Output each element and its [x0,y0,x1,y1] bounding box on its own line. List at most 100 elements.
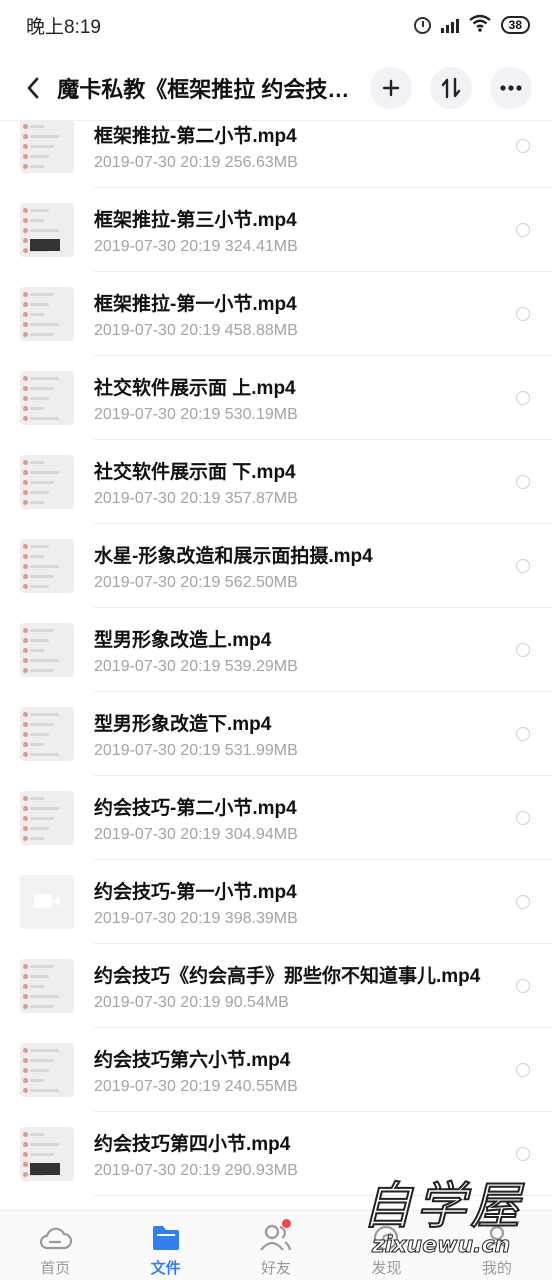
file-date: 2019-07-30 [94,993,176,1011]
file-time: 20:19 [180,153,221,171]
thumb-chat-line [30,377,59,380]
nav-home[interactable]: 首页 [0,1211,110,1280]
thumb-chat-line [30,1089,59,1092]
thumb-chat-line [30,649,44,652]
select-radio[interactable] [516,307,530,321]
thumb-avatar-dot [23,406,28,411]
nav-files[interactable]: 文件 [110,1211,220,1280]
add-button[interactable] [370,67,412,109]
thumb-avatar-dot [23,490,28,495]
thumb-chat-line [30,713,59,716]
file-row[interactable]: 约会技巧-第二小节.mp4 2019-07-30 20:19 304.94MB [0,776,552,860]
file-row[interactable]: 约会技巧-第一小节.mp4 2019-07-30 20:19 398.39MB [0,860,552,944]
thumb-chat-line [30,743,44,746]
file-row[interactable]: 框架推拉-第一小节.mp4 2019-07-30 20:19 458.88MB [0,272,552,356]
select-radio[interactable] [516,139,530,153]
thumb-chat-line [30,1005,54,1008]
thumb-avatar-dot [23,480,28,485]
select-radio[interactable] [516,643,530,657]
select-radio[interactable] [516,391,530,405]
file-row[interactable]: 型男形象改造上.mp4 2019-07-30 20:19 539.29MB [0,608,552,692]
cloud-icon [38,1221,73,1255]
battery-icon: 38 [500,16,530,34]
thumb-chat-line [30,303,49,306]
video-thumbnail [20,1043,74,1097]
select-radio[interactable] [516,811,530,825]
select-radio[interactable] [516,979,530,993]
file-row[interactable]: 约会技巧《约会高手》那些你不知道事儿.mp4 2019-07-30 20:19 … [0,944,552,1028]
thumb-chat-line [30,659,59,662]
file-size: 357.87MB [224,489,298,507]
file-time: 20:19 [180,657,221,675]
select-radio[interactable] [516,559,530,573]
file-time: 20:19 [180,825,221,843]
sort-icon [441,77,461,99]
thumb-avatar-dot [23,292,28,297]
nav-label: 文件 [150,1260,181,1277]
thumb-avatar-dot [23,668,28,673]
select-radio[interactable] [516,895,530,909]
file-info: 框架推拉-第一小节.mp4 2019-07-30 20:19 458.88MB [94,289,516,340]
file-info: 约会技巧《约会高手》那些你不知道事儿.mp4 2019-07-30 20:19 … [94,961,516,1012]
file-meta: 2019-07-30 20:19 357.87MB [94,490,516,508]
file-meta: 2019-07-30 20:19 458.88MB [94,322,516,340]
file-info: 框架推拉-第三小节.mp4 2019-07-30 20:19 324.41MB [94,205,516,256]
thumb-chat-line [30,733,49,736]
signal-icon [440,17,459,33]
select-radio[interactable] [516,1147,530,1161]
thumb-chat-line [30,639,49,642]
thumb-avatar-dot [23,648,28,653]
thumb-chat-line [30,985,44,988]
file-name: 约会技巧-第二小节.mp4 [94,797,297,819]
file-meta: 2019-07-30 20:19 90.54MB [94,994,516,1012]
thumb-chat-line [30,1079,44,1082]
nav-discover[interactable]: 发现 [331,1211,441,1280]
thumb-avatar-dot [23,732,28,737]
file-row[interactable]: 约会技巧第四小节.mp4 2019-07-30 20:19 290.93MB [0,1112,552,1196]
nav-profile[interactable]: 我的 [442,1211,552,1280]
file-list[interactable]: 框架推拉-第二小节.mp4 2019-07-30 20:19 256.63MB … [0,120,552,1208]
file-row[interactable]: 社交软件展示面 下.mp4 2019-07-30 20:19 357.87MB [0,440,552,524]
thumb-avatar-dot [23,574,28,579]
back-button[interactable] [18,68,47,108]
file-row[interactable]: 社交软件展示面 上.mp4 2019-07-30 20:19 530.19MB [0,356,552,440]
thumb-avatar-dot [23,134,28,139]
select-radio[interactable] [516,727,530,741]
thumb-chat-line [30,293,54,296]
file-meta: 2019-07-30 20:19 290.93MB [94,1162,516,1180]
thumb-avatar-dot [23,1048,28,1053]
select-radio[interactable] [516,1063,530,1077]
thumb-chat-line [30,555,44,558]
nav-label: 首页 [40,1260,71,1277]
file-row[interactable]: 约会技巧第六小节.mp4 2019-07-30 20:19 240.55MB [0,1028,552,1112]
select-radio[interactable] [516,475,530,489]
file-row[interactable]: 框架推拉-第二小节.mp4 2019-07-30 20:19 256.63MB [0,121,552,188]
more-button[interactable] [490,67,532,109]
file-meta: 2019-07-30 20:19 240.55MB [94,1078,516,1096]
thumb-avatar-dot [23,164,28,169]
file-row[interactable]: 框架推拉-第三小节.mp4 2019-07-30 20:19 324.41MB [0,188,552,272]
file-meta: 2019-07-30 20:19 530.19MB [94,406,516,424]
file-time: 20:19 [180,1077,221,1095]
file-name: 框架推拉-第三小节.mp4 [94,209,297,231]
file-size: 530.19MB [224,405,298,423]
thumb-avatar-dot [23,564,28,569]
thumb-image-block [30,1163,60,1175]
thumb-avatar-dot [23,796,28,801]
file-size: 539.29MB [224,657,298,675]
file-time: 20:19 [180,909,221,927]
file-row[interactable]: 型男形象改造下.mp4 2019-07-30 20:19 531.99MB [0,692,552,776]
thumb-chat-line [30,491,49,494]
file-date: 2019-07-30 [94,489,176,507]
thumb-avatar-dot [23,658,28,663]
select-radio[interactable] [516,223,530,237]
thumb-chat-line [30,333,54,336]
sort-button[interactable] [430,67,472,109]
file-time: 20:19 [180,489,221,507]
thumb-chat-line [30,817,54,820]
thumb-avatar-dot [23,302,28,307]
nav-friends[interactable]: 好友 [221,1211,331,1280]
file-row[interactable]: 水星-形象改造和展示面拍摄.mp4 2019-07-30 20:19 562.5… [0,524,552,608]
thumb-chat-line [30,1153,54,1156]
video-thumbnail [20,539,74,593]
